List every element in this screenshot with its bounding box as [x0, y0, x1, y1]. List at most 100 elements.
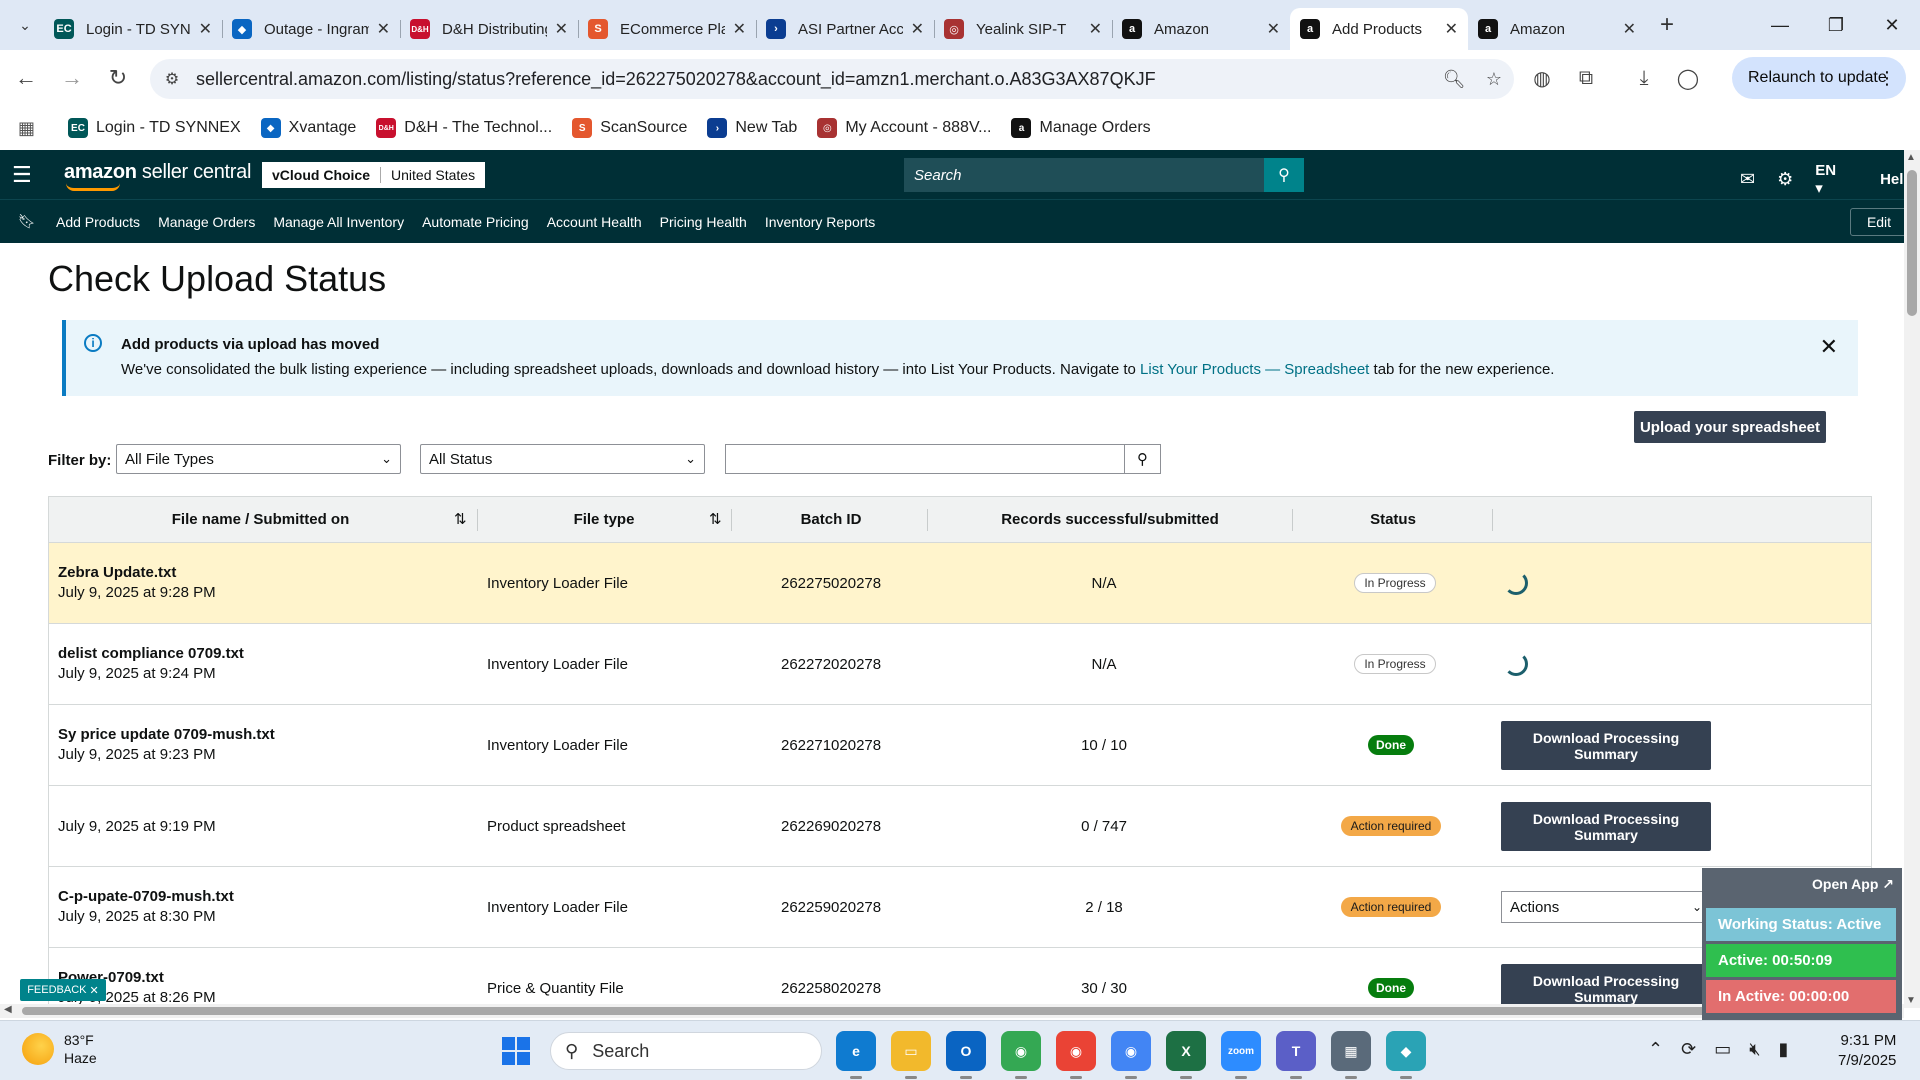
calculator-icon[interactable]: ▦: [1331, 1031, 1371, 1079]
feedback-button[interactable]: FEEDBACK ✕: [20, 979, 106, 1001]
weather-widget[interactable]: 83°F Haze: [22, 1031, 97, 1067]
zoom-icon[interactable]: zoom: [1221, 1031, 1261, 1079]
new-tab-button[interactable]: +: [1660, 11, 1674, 39]
seller-central-logo[interactable]: amazon seller central: [64, 161, 251, 191]
scroll-thumb[interactable]: [1907, 170, 1917, 316]
edit-nav-button[interactable]: Edit: [1850, 208, 1908, 236]
sort-icon[interactable]: ⇅: [709, 510, 722, 528]
close-tab-icon[interactable]: ✕: [199, 19, 212, 39]
search-input[interactable]: Search: [904, 158, 1204, 192]
excel-icon[interactable]: X: [1166, 1031, 1206, 1079]
volume-muted-icon[interactable]: 🔇︎: [1749, 1039, 1760, 1060]
forward-icon[interactable]: →: [52, 58, 92, 98]
close-tab-icon[interactable]: ✕: [1089, 19, 1102, 39]
nav-link[interactable]: Account Health: [547, 214, 642, 230]
bookmark-item[interactable]: D&H D&H - The Technol...: [376, 118, 552, 138]
browser-tab[interactable]: › ASI Partner Access ✕: [756, 8, 934, 50]
col-file-name[interactable]: File name / Submitted on: [49, 511, 472, 528]
nav-link[interactable]: Inventory Reports: [765, 214, 876, 230]
translate-icon[interactable]: ◍: [1520, 66, 1564, 91]
settings-gear-icon[interactable]: ⚙: [1777, 169, 1793, 190]
download-summary-button[interactable]: Download Processing Summary: [1501, 964, 1711, 1007]
chrome-icon[interactable]: ◉: [1001, 1031, 1041, 1079]
teams-icon[interactable]: T: [1276, 1031, 1316, 1079]
file-type-select[interactable]: All File Types ⌄: [116, 444, 401, 474]
zoom-icon[interactable]: 🔍︎: [1434, 69, 1474, 90]
bookmark-item[interactable]: ◎ My Account - 888V...: [817, 118, 991, 138]
download-summary-button[interactable]: Download Processing Summary: [1501, 721, 1711, 770]
search-button[interactable]: ⚲: [1264, 158, 1304, 192]
store-switcher[interactable]: vCloud Choice United States: [262, 162, 486, 188]
hamburger-menu-icon[interactable]: ☰: [12, 162, 32, 188]
browser-tab[interactable]: ◎ Yealink SIP-T ✕: [934, 8, 1112, 50]
list-your-products-link[interactable]: List Your Products — Spreadsheet: [1140, 361, 1369, 378]
close-tab-icon[interactable]: ✕: [1623, 19, 1636, 39]
close-notice-icon[interactable]: ✕: [1820, 334, 1838, 360]
close-tab-icon[interactable]: ✕: [1445, 19, 1458, 39]
minimize-icon[interactable]: —: [1752, 0, 1808, 50]
close-tab-icon[interactable]: ✕: [555, 19, 568, 39]
reload-icon[interactable]: ↻: [98, 58, 138, 98]
vertical-scrollbar[interactable]: ▲ ▼: [1904, 150, 1920, 1008]
language-selector[interactable]: EN ▾: [1815, 162, 1858, 197]
tab-search-icon[interactable]: ⌄: [6, 6, 44, 44]
chevron-up-icon[interactable]: ⌃: [1648, 1039, 1663, 1060]
menu-dots-icon[interactable]: ⋮: [1878, 68, 1896, 89]
browser-tab[interactable]: D&H D&H Distributing ✕: [400, 8, 578, 50]
taskbar-search[interactable]: ⚲ Search: [550, 1032, 822, 1070]
nav-link[interactable]: Add Products: [56, 214, 140, 230]
extensions-icon[interactable]: ⧉: [1564, 67, 1608, 90]
bookmark-item[interactable]: › New Tab: [707, 118, 797, 138]
filter-search-input[interactable]: [725, 444, 1125, 474]
clock[interactable]: 9:31 PM 7/9/2025: [1838, 1031, 1896, 1071]
actions-select[interactable]: Actions ⌄: [1501, 891, 1711, 923]
scroll-thumb[interactable]: [22, 1007, 1882, 1015]
app-icon[interactable]: ◆: [1386, 1031, 1426, 1079]
restore-icon[interactable]: ❐: [1808, 0, 1864, 50]
close-tab-icon[interactable]: ✕: [1267, 19, 1280, 39]
battery-icon[interactable]: ▮: [1779, 1039, 1789, 1060]
close-tab-icon[interactable]: ✕: [911, 19, 924, 39]
browser-tab[interactable]: S ECommerce Platform ✕: [578, 8, 756, 50]
scroll-left-icon[interactable]: ◀: [4, 1004, 12, 1015]
network-icon[interactable]: ▭: [1714, 1039, 1731, 1060]
sync-icon[interactable]: ⟳: [1681, 1039, 1696, 1060]
chrome-icon[interactable]: ◉: [1111, 1031, 1151, 1079]
nav-link[interactable]: Automate Pricing: [422, 214, 529, 230]
close-tab-icon[interactable]: ✕: [377, 19, 390, 39]
bookmark-item[interactable]: ◆ Xvantage: [260, 118, 356, 138]
sort-icon[interactable]: ⇅: [454, 510, 467, 528]
browser-tab[interactable]: a Add Products ✕: [1290, 8, 1468, 50]
apps-grid-icon[interactable]: ▦: [18, 118, 48, 139]
url-text[interactable]: sellercentral.amazon.com/listing/status?…: [196, 69, 1434, 90]
close-tab-icon[interactable]: ✕: [733, 19, 746, 39]
bookmark-star-icon[interactable]: ☆: [1474, 69, 1514, 90]
edge-icon[interactable]: e: [836, 1031, 876, 1079]
bookmark-item[interactable]: S ScanSource: [572, 118, 687, 138]
profile-icon[interactable]: ◯: [1666, 66, 1710, 91]
upload-spreadsheet-button[interactable]: Upload your spreadsheet: [1634, 411, 1826, 443]
back-icon[interactable]: ←: [6, 58, 46, 98]
bookmark-item[interactable]: EC Login - TD SYNNEX: [68, 118, 241, 138]
bookmark-item[interactable]: a Manage Orders: [1011, 118, 1151, 138]
download-summary-button[interactable]: Download Processing Summary: [1501, 802, 1711, 851]
open-app-link[interactable]: Open App ↗: [1812, 876, 1894, 893]
scroll-down-icon[interactable]: ▼: [1906, 995, 1916, 1006]
browser-tab[interactable]: a Amazon ✕: [1112, 8, 1290, 50]
nav-link[interactable]: Pricing Health: [660, 214, 747, 230]
relaunch-button[interactable]: Relaunch to update ⋮: [1732, 57, 1906, 99]
scroll-up-icon[interactable]: ▲: [1906, 152, 1916, 163]
browser-tab[interactable]: ◆ Outage - Ingram ✕: [222, 8, 400, 50]
bookmark-icon[interactable]: 🔖︎: [18, 213, 38, 230]
browser-tab[interactable]: a Amazon ✕: [1468, 8, 1646, 50]
filter-search-button[interactable]: ⚲: [1124, 444, 1161, 474]
file-explorer-icon[interactable]: ▭: [891, 1031, 931, 1079]
address-bar[interactable]: ⚙ sellercentral.amazon.com/listing/statu…: [150, 59, 1514, 99]
close-window-icon[interactable]: ✕: [1864, 0, 1920, 50]
col-file-type[interactable]: File type: [479, 511, 729, 528]
status-select[interactable]: All Status ⌄: [420, 444, 705, 474]
mail-icon[interactable]: ✉: [1740, 169, 1755, 190]
browser-tab[interactable]: EC Login - TD SYNNEX ✕: [44, 8, 222, 50]
download-icon[interactable]: ⤓: [1622, 67, 1666, 90]
nav-link[interactable]: Manage Orders: [158, 214, 255, 230]
